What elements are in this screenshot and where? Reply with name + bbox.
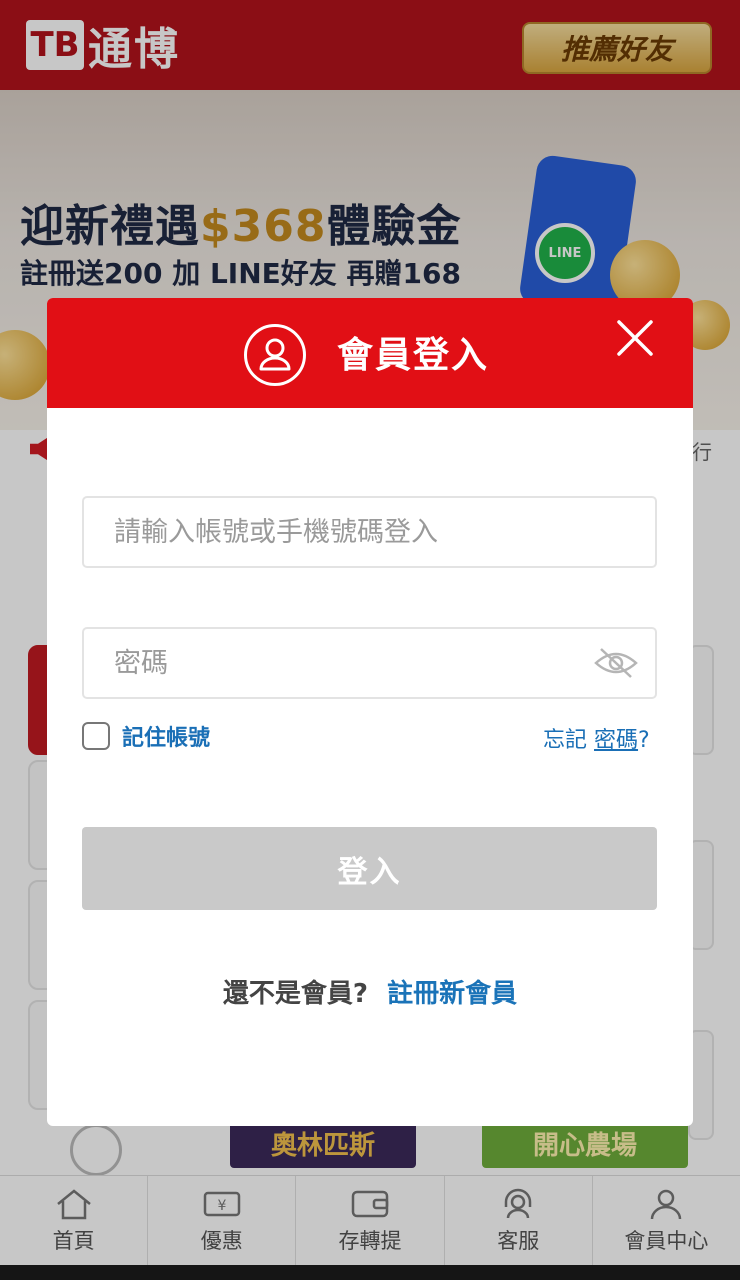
account-field [82, 496, 657, 568]
login-modal-title: 會員登入 [337, 335, 490, 376]
register-link[interactable]: 註冊新會員 [387, 979, 517, 1009]
remember-account-toggle[interactable]: 記住帳號 [82, 720, 210, 752]
password-field [82, 627, 657, 699]
forgot-prefix: 忘記 [543, 728, 588, 753]
password-input[interactable] [114, 629, 584, 697]
eye-slash-icon[interactable] [593, 645, 639, 681]
register-question: 還不是會員? [222, 979, 368, 1009]
register-prompt: 還不是會員? 註冊新會員 [47, 973, 693, 1010]
remember-checkbox[interactable] [82, 722, 110, 750]
user-icon [244, 324, 306, 386]
login-button[interactable]: 登入 [82, 827, 657, 910]
account-input[interactable] [114, 498, 584, 566]
forgot-password: 忘記 密碼? [543, 722, 650, 754]
forgot-password-link[interactable]: 密碼 [594, 728, 638, 753]
login-modal: 會員登入 記住帳號 忘記 密碼? 登入 還不是會員? 註冊新會員 [47, 298, 693, 1126]
remember-label: 記住帳號 [122, 726, 211, 751]
forgot-suffix: ? [638, 728, 650, 753]
login-modal-header: 會員登入 [47, 298, 693, 408]
close-icon[interactable] [613, 316, 657, 360]
